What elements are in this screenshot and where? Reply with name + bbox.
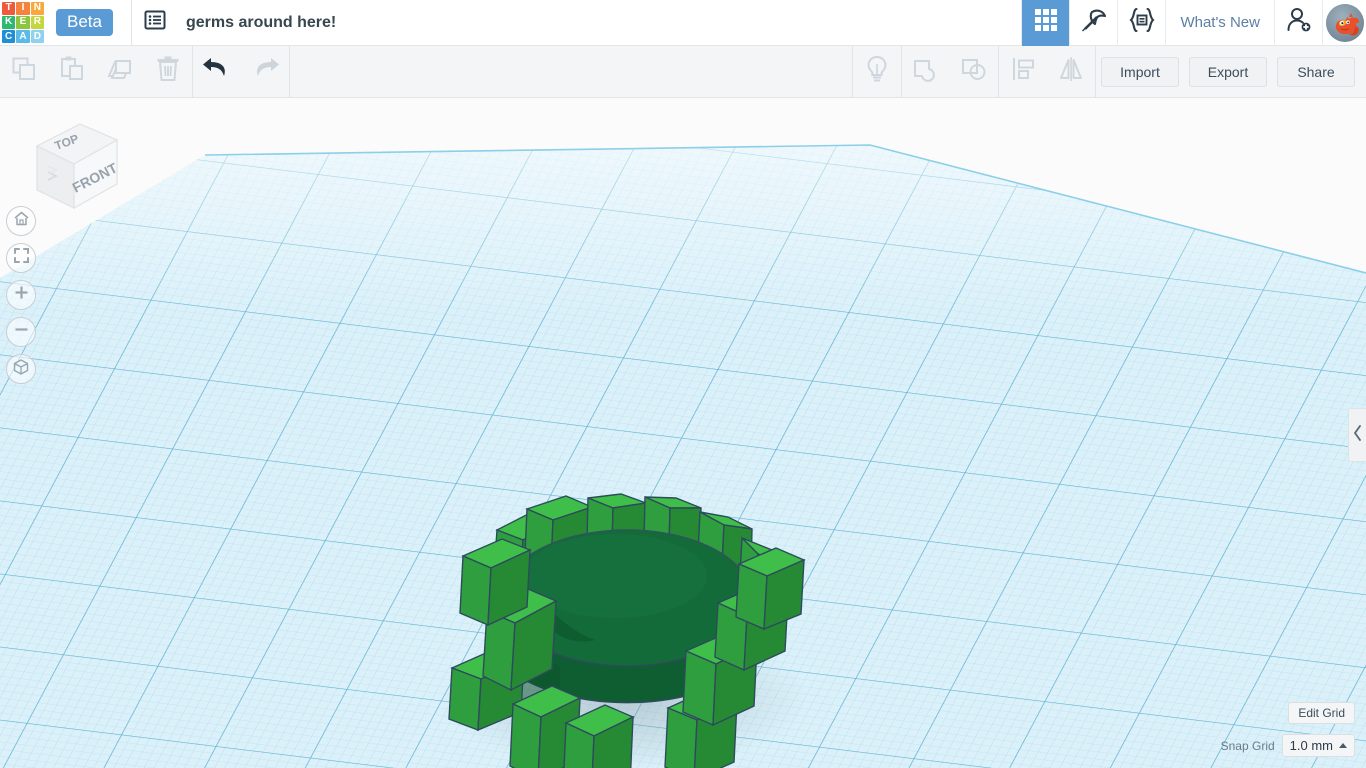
snap-grid-value: 1.0 mm <box>1290 738 1333 753</box>
delete-trash-icon <box>153 54 183 89</box>
mirror-icon <box>1056 54 1086 89</box>
whats-new-link[interactable]: What's New <box>1165 0 1274 46</box>
caret-up-icon <box>1339 743 1347 748</box>
copy-button[interactable] <box>0 46 48 97</box>
beta-badge[interactable]: Beta <box>56 9 113 37</box>
undo-icon <box>201 55 233 88</box>
logo-tile-e: E <box>16 16 29 29</box>
scene-svg <box>0 98 1366 768</box>
ungroup-icon <box>959 54 989 89</box>
avatar[interactable] <box>1322 0 1366 46</box>
logo-tile-r: R <box>31 16 44 29</box>
tinkercad-app: T I N K E R C A D Beta <box>0 0 1366 768</box>
group-icon <box>911 54 941 89</box>
logo-tile-t: T <box>2 2 15 15</box>
chevron-left-icon <box>1353 425 1362 446</box>
logo-tile-a: A <box>16 30 29 43</box>
zoom-in-button[interactable] <box>6 280 36 310</box>
grid-apps-icon <box>1033 7 1059 38</box>
logo-tile-k: K <box>2 16 15 29</box>
group-button[interactable] <box>902 46 950 97</box>
snap-grid-control: Snap Grid 1.0 mm <box>1221 734 1355 757</box>
codeblocks-icon <box>1128 7 1156 38</box>
add-person-button[interactable] <box>1274 0 1322 46</box>
header-right-group: What's New <box>1021 0 1366 46</box>
delete-button[interactable] <box>144 46 192 97</box>
grid-apps-button[interactable] <box>1021 0 1069 46</box>
snap-grid-select[interactable]: 1.0 mm <box>1282 734 1355 757</box>
list-menu-icon <box>144 9 166 36</box>
pickaxe-button[interactable] <box>1069 0 1117 46</box>
toolbar-divider-6 <box>1095 46 1096 97</box>
paste-button[interactable] <box>48 46 96 97</box>
ungroup-button[interactable] <box>950 46 998 97</box>
fit-to-view-button[interactable] <box>6 243 36 273</box>
home-view-icon <box>13 210 30 232</box>
document-title[interactable]: germs around here! <box>186 14 336 32</box>
add-person-icon <box>1285 6 1313 39</box>
import-button[interactable]: Import <box>1101 57 1179 87</box>
home-view-button[interactable] <box>6 206 36 236</box>
redo-button[interactable] <box>241 46 289 97</box>
align-button[interactable] <box>999 46 1047 97</box>
logo-tile-c: C <box>2 30 15 43</box>
duplicate-icon <box>105 54 135 89</box>
paste-icon <box>57 54 87 89</box>
logo-tile-i: I <box>16 2 29 15</box>
project-menu-button[interactable] <box>132 0 178 46</box>
export-button[interactable]: Export <box>1189 57 1267 87</box>
edit-toolbar: Import Export Share <box>0 46 1366 98</box>
workplane-canvas[interactable]: TOP FRONT <box>0 98 1366 768</box>
edit-grid-button[interactable]: Edit Grid <box>1288 702 1355 724</box>
view-nav-controls <box>6 206 36 384</box>
snap-grid-label: Snap Grid <box>1221 739 1275 753</box>
zoom-in-icon <box>13 284 30 306</box>
perspective-toggle-icon <box>12 358 30 381</box>
zoom-out-icon <box>13 321 30 343</box>
logo-tile-d: D <box>31 30 44 43</box>
perspective-toggle-button[interactable] <box>6 354 36 384</box>
codeblocks-button[interactable] <box>1117 0 1165 46</box>
redo-icon <box>249 55 281 88</box>
pickaxe-icon <box>1080 6 1108 39</box>
toolbar-spacer <box>290 46 852 97</box>
undo-button[interactable] <box>193 46 241 97</box>
zoom-out-button[interactable] <box>6 317 36 347</box>
avatar-image <box>1326 4 1364 42</box>
duplicate-button[interactable] <box>96 46 144 97</box>
lightbulb-button[interactable] <box>853 46 901 97</box>
app-header: T I N K E R C A D Beta <box>0 0 1366 46</box>
share-button[interactable]: Share <box>1277 57 1355 87</box>
mirror-button[interactable] <box>1047 46 1095 97</box>
copy-icon <box>9 54 39 89</box>
align-icon <box>1008 54 1038 89</box>
panel-collapse-handle[interactable] <box>1348 408 1366 462</box>
fit-to-view-icon <box>13 247 30 269</box>
view-cube[interactable]: TOP FRONT <box>12 108 122 213</box>
logo-tile-n: N <box>31 2 44 15</box>
tinkercad-logo[interactable]: T I N K E R C A D <box>0 0 46 46</box>
lightbulb-icon <box>862 54 892 89</box>
